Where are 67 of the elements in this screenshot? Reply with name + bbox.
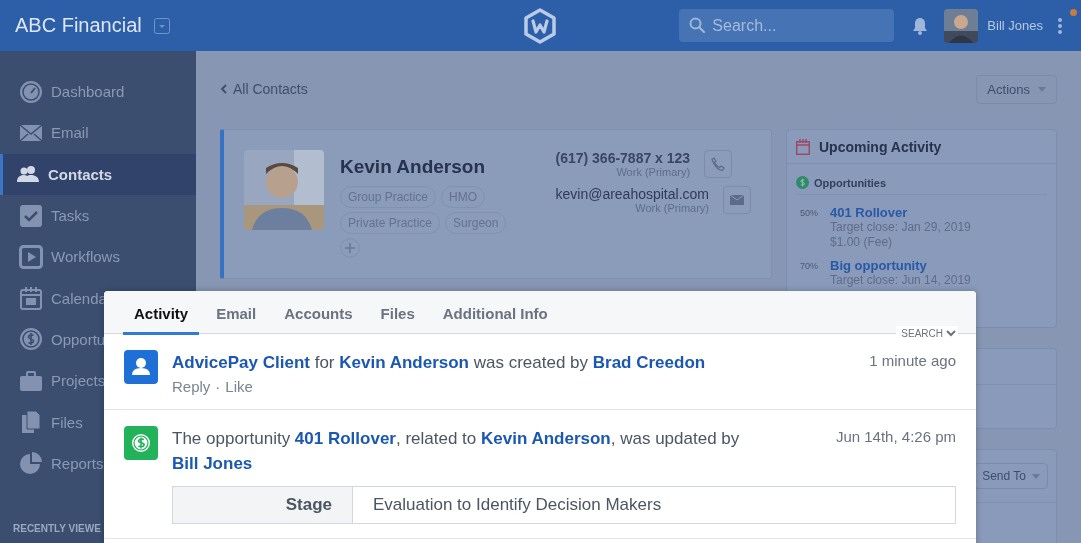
brand-name: ABC Financial bbox=[15, 14, 142, 37]
calendar-icon bbox=[796, 138, 810, 155]
search-icon bbox=[689, 17, 706, 33]
search-toggle[interactable]: SEARCH bbox=[896, 326, 958, 340]
activity-link[interactable]: Kevin Anderson bbox=[481, 429, 611, 448]
tab[interactable]: Accounts bbox=[273, 304, 364, 335]
tab[interactable]: Files bbox=[369, 304, 426, 335]
dropdown-caret-icon[interactable] bbox=[153, 17, 170, 34]
call-button[interactable] bbox=[704, 150, 733, 178]
activity-link[interactable]: Kevin Anderson bbox=[339, 353, 469, 372]
timestamp: Jun 14th, 4:26 pm bbox=[835, 428, 956, 447]
activity-link[interactable]: Bill Jones bbox=[172, 454, 253, 473]
phone-icon bbox=[711, 157, 726, 171]
contact-name: Kevin Anderson bbox=[340, 156, 485, 178]
activity-text: The opportunity 401 Rollover, related to Kevin Anderson, was updated by Bill Jones bbox=[172, 428, 741, 475]
action-link[interactable]: Reply bbox=[172, 378, 211, 395]
search-field[interactable]: Search... bbox=[679, 9, 895, 42]
tab[interactable]: Additional Info bbox=[431, 304, 559, 335]
action-link[interactable]: Like bbox=[225, 378, 253, 395]
sidebar-item[interactable]: Dashboard bbox=[0, 71, 196, 113]
logo-icon[interactable] bbox=[523, 8, 557, 44]
back-link[interactable]: All Contacts bbox=[220, 81, 308, 97]
email-address: kevin@areahospital.com bbox=[555, 186, 709, 202]
chevron-down-icon bbox=[946, 329, 956, 337]
tab[interactable]: Activity bbox=[123, 304, 200, 335]
tab[interactable]: Email bbox=[205, 304, 268, 335]
calendar-icon bbox=[19, 286, 43, 311]
sidebar-item[interactable]: Email bbox=[0, 112, 196, 154]
probability-text: 50% bbox=[800, 208, 818, 220]
sidebar-item[interactable]: Workflows bbox=[0, 236, 196, 278]
phone-number: (617) 366-7887 x 123 bbox=[555, 150, 691, 166]
separator-dot: · bbox=[215, 378, 221, 395]
caret-icon bbox=[1032, 473, 1040, 479]
sidebar-item[interactable]: Contacts bbox=[0, 153, 196, 195]
activity-text: AdvicePay Client for Kevin Anderson was created by Brad Creedon bbox=[172, 352, 706, 374]
caret-icon bbox=[1038, 86, 1046, 92]
user-name[interactable]: Bill Jones bbox=[987, 18, 1043, 33]
checkbox-icon bbox=[19, 203, 43, 228]
notification-bell-icon[interactable] bbox=[912, 16, 929, 35]
opportunity-link[interactable]: Big opportunity bbox=[830, 258, 971, 273]
chevron-left-icon bbox=[220, 84, 228, 94]
dollar-icon bbox=[124, 426, 158, 460]
activity-link[interactable]: AdvicePay Client bbox=[172, 353, 310, 372]
person-icon bbox=[124, 350, 158, 384]
sidebar-item[interactable]: Tasks bbox=[0, 194, 196, 237]
briefcase-icon bbox=[19, 368, 43, 393]
section-heading: Opportunities bbox=[814, 176, 887, 189]
activity-link[interactable]: 401 Rollover bbox=[294, 429, 396, 448]
section-label: RECENTLY VIEWE bbox=[12, 523, 102, 536]
play-icon bbox=[19, 244, 43, 269]
files-icon bbox=[19, 410, 43, 434]
card-title: Upcoming Activity bbox=[819, 138, 942, 155]
gauge-icon bbox=[19, 79, 43, 104]
probability-text: 70% bbox=[800, 261, 818, 273]
envelope-icon bbox=[730, 195, 744, 205]
dollar-coin-icon bbox=[796, 176, 809, 189]
table-cell: Stage bbox=[173, 487, 353, 523]
activity-link[interactable]: Brad Creedon bbox=[592, 353, 706, 372]
table-cell-text: Evaluation to Identify Decision Makers bbox=[372, 494, 662, 516]
dollar-coin-icon bbox=[19, 327, 43, 352]
opportunity-link[interactable]: 401 Rollover bbox=[830, 205, 971, 220]
actions-button[interactable]: Actions bbox=[976, 74, 1057, 104]
timestamp: 1 minute ago bbox=[869, 352, 956, 371]
more-menu-icon[interactable] bbox=[1057, 16, 1063, 35]
add-tag-icon[interactable] bbox=[340, 238, 360, 258]
pie-chart-icon bbox=[19, 451, 43, 476]
email-button[interactable] bbox=[723, 186, 751, 214]
